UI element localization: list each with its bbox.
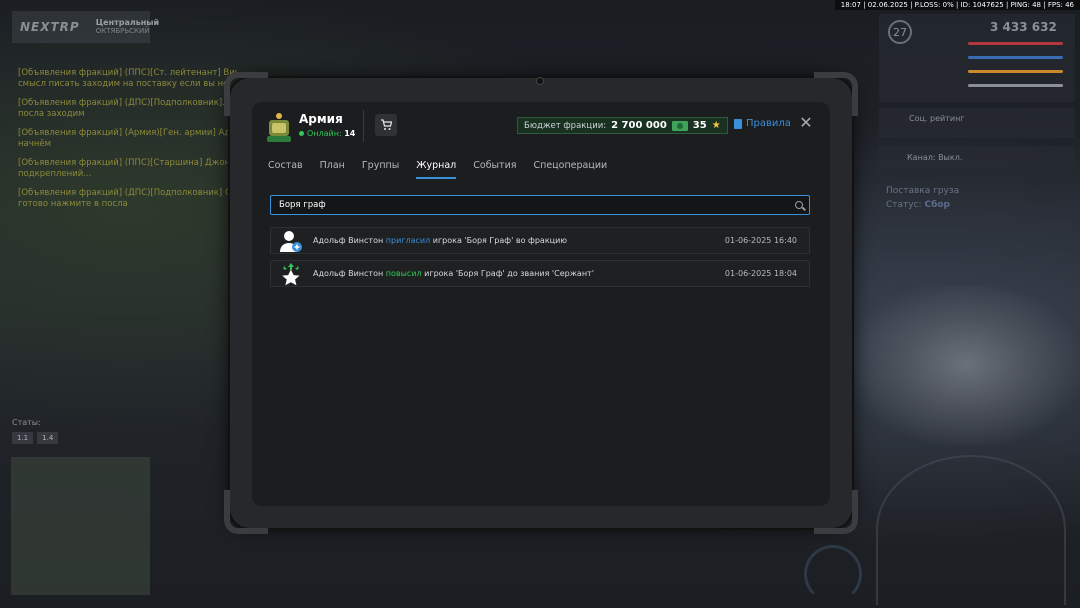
budget-secondary: 35	[692, 120, 707, 131]
log-actor: Адольф Винстон	[313, 236, 384, 245]
cart-icon	[381, 119, 392, 130]
chat-line: посла заходим	[18, 109, 85, 119]
search-value: Боря граф	[279, 200, 326, 210]
tab-journal[interactable]: Журнал	[416, 160, 457, 179]
log-entry: Адольф Винстон пригласил игрока 'Боря Гр…	[270, 227, 810, 254]
district-title: Центральный	[95, 18, 160, 27]
chat-line: готово нажмите в посла	[18, 199, 128, 209]
faction-tablet: Армия Онлайн: 14 Бюджет фракции: 2 700 0…	[224, 72, 858, 534]
tab-special-ops[interactable]: Спецоперации	[533, 160, 607, 179]
user-plus-icon	[280, 230, 302, 252]
stat-button[interactable]: 1.4	[37, 432, 59, 444]
promote-star-icon	[282, 262, 300, 285]
tab-events[interactable]: События	[473, 160, 516, 179]
search-icon[interactable]	[795, 201, 803, 209]
status-bar: 18:07 | 02.06.2025 | P.LOSS: 0% | ID: 10…	[834, 0, 1080, 10]
log-action: повысил	[385, 269, 422, 278]
chat-line: [Объявления фракций] (ДПС)[Подполковник]…	[18, 98, 231, 108]
tab-plan[interactable]: План	[320, 160, 345, 179]
close-icon[interactable]: ✕	[798, 115, 814, 131]
stat-buttons: 1.1 1.4	[12, 432, 59, 444]
log-entry: Адольф Винстон повысил игрока 'Боря Граф…	[270, 260, 810, 287]
tab-groups[interactable]: Группы	[362, 160, 399, 179]
chat-line: [Объявления фракций] (ППС)[Старшина] Джо…	[18, 158, 238, 168]
health-bar	[968, 42, 1063, 45]
faction-name: Армия	[299, 112, 343, 126]
speedometer	[876, 455, 1066, 605]
server-logo: NEXTRP	[20, 20, 80, 34]
stamina-bar	[968, 84, 1063, 87]
log-rest: игрока 'Боря Граф' до звания 'Сержант'	[421, 269, 594, 278]
star-icon: ★	[711, 120, 721, 131]
log-text: Адольф Винстон повысил игрока 'Боря Граф…	[313, 269, 594, 278]
cargo-status: Сбор	[924, 200, 950, 210]
hunger-bar	[968, 70, 1063, 73]
online-indicator: Онлайн: 14	[299, 129, 355, 138]
server-logo-panel: NEXTRP Центральный ОКТЯБРЬСКИЙ	[12, 11, 159, 43]
status-bars	[968, 42, 1063, 98]
stat-button[interactable]: 1.1	[12, 432, 34, 444]
budget-value: 2 700 000	[611, 120, 667, 131]
log-action: пригласил	[385, 236, 431, 245]
online-dot-icon	[299, 131, 304, 136]
document-icon	[734, 118, 742, 129]
rules-label: Правила	[746, 118, 791, 129]
district-info: Центральный ОКТЯБРЬСКИЙ	[96, 18, 159, 36]
log-time: 01-06-2025 18:04	[724, 269, 797, 278]
chat-line: смысл писать заходим на поставку если вы…	[18, 79, 229, 89]
cargo-status-line: Статус: Сбор	[886, 200, 950, 210]
chat-line: [Объявления фракций] (Армия)[Ген. армии]…	[18, 128, 238, 138]
log-text: Адольф Винстон пригласил игрока 'Боря Гр…	[313, 236, 567, 245]
tablet-camera	[536, 77, 544, 85]
online-label: Онлайн:	[307, 129, 342, 138]
log-actor: Адольф Винстон	[313, 269, 384, 278]
header-divider	[363, 110, 364, 142]
online-count: 14	[344, 129, 356, 138]
search-input[interactable]: Боря граф	[270, 195, 810, 215]
district-sub: ОКТЯБРЬСКИЙ	[95, 27, 150, 35]
armor-bar	[968, 56, 1063, 59]
chat-log: [Объявления фракций] (ППС)[Ст. лейтенант…	[18, 68, 238, 218]
chat-line: [Объявления фракций] (ДПС)[Подполковник]…	[18, 188, 238, 198]
army-badge-icon	[267, 113, 291, 142]
social-rating-panel: Соц. рейтинг	[879, 108, 1075, 138]
stats-label: Статы:	[12, 418, 41, 427]
tablet-tabs: Состав План Группы Журнал События Спецоп…	[268, 160, 607, 179]
faction-budget: Бюджет фракции: 2 700 000 35 ★	[517, 117, 728, 134]
cash-icon	[671, 120, 688, 131]
log-rest: игрока 'Боря Граф' во фракцию	[430, 236, 568, 245]
money-display: 3 433 632	[990, 20, 1057, 34]
chat-line: [Объявления фракций] (ППС)[Ст. лейтенант…	[18, 68, 238, 78]
log-time: 01-06-2025 16:40	[724, 236, 797, 245]
tablet-header: Армия Онлайн: 14 Бюджет фракции: 2 700 0…	[252, 102, 830, 150]
fuel-gauge	[804, 545, 862, 603]
budget-label: Бюджет фракции:	[524, 120, 607, 131]
rules-link[interactable]: Правила	[734, 118, 791, 129]
minimap	[11, 457, 150, 595]
shop-button[interactable]	[375, 114, 397, 136]
police-car	[852, 285, 1080, 445]
tablet-screen: Армия Онлайн: 14 Бюджет фракции: 2 700 0…	[252, 102, 830, 506]
radio-panel: Канал: Выкл.	[879, 146, 1075, 170]
chat-line: подкреплений...	[18, 169, 92, 179]
cargo-task: Поставка груза Статус: Сбор	[886, 184, 959, 212]
cargo-title: Поставка груза	[886, 186, 960, 196]
level-badge: 27	[888, 20, 912, 44]
chat-line: начнём	[18, 139, 51, 149]
tab-sostav[interactable]: Состав	[268, 160, 303, 179]
